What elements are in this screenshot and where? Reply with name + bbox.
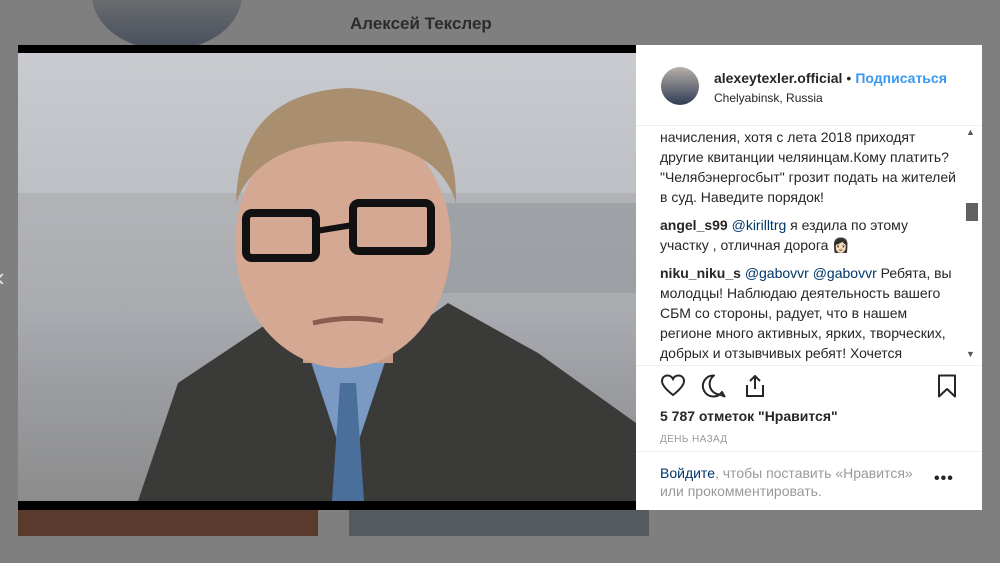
share-icon[interactable] [742, 373, 768, 399]
post-photo[interactable] [18, 45, 636, 510]
comment-text: начисления, хотя с лета 2018 приходят др… [660, 129, 956, 205]
list-item: niku_niku_s @gabovvr @gabovvr Ребята, вы… [660, 263, 960, 363]
heart-icon[interactable] [660, 373, 686, 399]
scroll-up-icon[interactable]: ▲ [966, 127, 975, 137]
post-time: ДЕНЬ НАЗАД [660, 434, 728, 445]
more-options-icon[interactable]: ••• [934, 470, 954, 488]
follow-button[interactable]: Подписаться [855, 70, 947, 86]
post-header: alexeytexler.official • Подписаться Chelya… [636, 45, 982, 126]
scrollbar-thumb[interactable] [966, 203, 978, 221]
bookmark-icon[interactable] [934, 373, 960, 399]
comment-username[interactable]: niku_niku_s [660, 265, 741, 281]
list-item: начисления, хотя с лета 2018 приходят др… [660, 127, 960, 207]
avatar[interactable] [661, 67, 699, 105]
comments-list[interactable]: начисления, хотя с лета 2018 приходят др… [660, 127, 960, 363]
background-thumbnail[interactable] [349, 508, 649, 536]
likes-count[interactable]: 5 787 отметок "Нравится" [660, 408, 838, 424]
location-link[interactable]: Chelyabinsk, Russia [714, 91, 823, 105]
background-profile-avatar [92, 0, 242, 50]
comment-mention[interactable]: @kirilltrg [732, 217, 787, 233]
portrait-image [18, 88, 636, 501]
comment-icon[interactable] [701, 373, 727, 399]
scroll-down-icon[interactable]: ▼ [966, 349, 975, 359]
comment-username[interactable]: angel_s99 [660, 217, 728, 233]
background-thumbnail[interactable] [18, 508, 318, 536]
post-sidebar: alexeytexler.official • Подписаться Chelya… [636, 45, 982, 510]
login-link[interactable]: Войдите [660, 465, 715, 481]
scrollbar[interactable]: ▲ ▼ [966, 127, 978, 363]
separator: • [846, 70, 852, 86]
background-profile-name: Алексей Текслер [350, 14, 492, 33]
post-modal: alexeytexler.official • Подписаться Chelya… [18, 45, 982, 510]
username-link[interactable]: alexeytexler.official [714, 70, 842, 86]
login-prompt: Войдите, чтобы поставить «Нравится» или … [636, 451, 982, 511]
comment-mention[interactable]: @gabovvr @gabovvr [745, 265, 877, 281]
list-item: angel_s99 @kirilltrg я ездила по этому у… [660, 215, 960, 255]
chevron-left-icon[interactable]: ‹ [0, 262, 5, 293]
